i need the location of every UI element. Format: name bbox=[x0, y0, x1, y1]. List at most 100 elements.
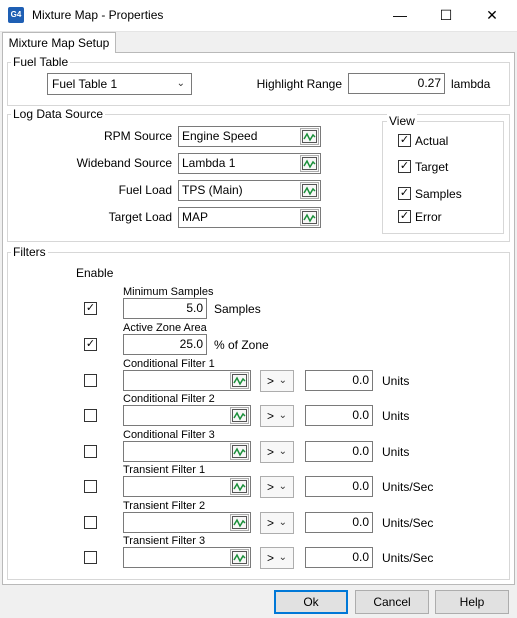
close-button[interactable]: ✕ bbox=[469, 0, 515, 31]
chevron-down-icon: ⌄ bbox=[278, 481, 287, 493]
maximize-icon: ☐ bbox=[439, 7, 453, 23]
transient-filter-3-operator-value: > bbox=[267, 551, 275, 565]
cancel-button[interactable]: Cancel bbox=[355, 590, 429, 614]
chevron-down-icon: ⌄ bbox=[278, 375, 287, 386]
transient-filter-2-unit: Units/Sec bbox=[382, 515, 434, 530]
fuel-table-selected: Fuel Table 1 bbox=[52, 77, 118, 91]
fuel-table-group-label: Fuel Table bbox=[11, 55, 71, 69]
highlight-range-unit: lambda bbox=[451, 77, 491, 91]
conditional-filter-1-operator-select[interactable]: > ⌄ bbox=[260, 370, 294, 392]
conditional-filter-1-value-input[interactable]: 0.0 bbox=[305, 370, 373, 391]
view-actual-label: Actual bbox=[415, 134, 449, 148]
transient-filter-3-checkbox[interactable] bbox=[84, 551, 97, 564]
fuel-load-label: Fuel Load bbox=[118, 183, 172, 197]
transient-filter-1-checkbox[interactable] bbox=[84, 480, 97, 494]
maximize-button[interactable]: ☐ bbox=[423, 0, 469, 31]
app-logo-icon: G4 bbox=[8, 7, 24, 23]
minimum-samples-input[interactable]: 5.0 bbox=[123, 298, 207, 319]
view-samples-label: Samples bbox=[415, 187, 462, 201]
chevron-down-icon: ⌄ bbox=[176, 78, 185, 89]
view-error-label: Error bbox=[415, 210, 442, 224]
chevron-down-icon: ⌄ bbox=[278, 410, 287, 422]
conditional-filter-1-source-field[interactable] bbox=[123, 370, 251, 391]
target-load-field[interactable]: MAP bbox=[178, 207, 321, 228]
conditional-filter-2-operator-select[interactable]: > ⌄ bbox=[260, 405, 294, 428]
transient-filter-1-source-field[interactable] bbox=[123, 476, 251, 498]
ok-button[interactable]: Ok bbox=[274, 590, 348, 614]
conditional-filter-1-operator-value: > bbox=[267, 374, 275, 388]
source-picker-icon[interactable] bbox=[230, 442, 249, 460]
source-picker-icon[interactable] bbox=[230, 407, 249, 425]
close-icon: ✕ bbox=[486, 7, 498, 23]
conditional-filter-3-value-input[interactable]: 0.0 bbox=[305, 440, 373, 462]
conditional-filter-2-source-field[interactable] bbox=[123, 405, 251, 427]
transient-filter-3-unit: Units/Sec bbox=[382, 551, 434, 565]
minimum-samples-checkbox[interactable]: ✓ bbox=[84, 302, 97, 315]
chevron-down-icon: ⌄ bbox=[278, 552, 287, 563]
rpm-source-label: RPM Source bbox=[103, 129, 172, 143]
highlight-range-label: Highlight Range bbox=[256, 77, 342, 91]
tab-mixture-map-setup[interactable]: Mixture Map Setup bbox=[2, 32, 116, 53]
conditional-filter-2-value-input[interactable]: 0.0 bbox=[305, 405, 373, 427]
view-error-checkbox[interactable]: ✓ bbox=[398, 210, 411, 223]
conditional-filter-3-unit: Units bbox=[382, 444, 410, 459]
source-picker-icon[interactable] bbox=[230, 478, 249, 496]
transient-filter-3-operator-select[interactable]: > ⌄ bbox=[260, 547, 294, 569]
transient-filter-3-source-field[interactable] bbox=[123, 547, 251, 568]
view-group-label: View bbox=[387, 114, 417, 128]
wideband-source-value: Lambda 1 bbox=[182, 156, 236, 170]
source-picker-icon[interactable] bbox=[300, 209, 319, 226]
conditional-filter-3-operator-value: > bbox=[267, 444, 275, 459]
window-title: Mixture Map - Properties bbox=[32, 8, 164, 22]
source-picker-icon[interactable] bbox=[230, 372, 249, 389]
minimize-icon: — bbox=[393, 7, 407, 23]
filters-enable-label: Enable bbox=[76, 266, 114, 280]
active-zone-area-checkbox[interactable]: ✓ bbox=[84, 338, 97, 351]
conditional-filter-3-source-field[interactable] bbox=[123, 440, 251, 462]
target-load-value: MAP bbox=[182, 210, 209, 224]
transient-filter-2-checkbox[interactable] bbox=[84, 515, 97, 529]
source-picker-icon[interactable] bbox=[300, 128, 319, 145]
conditional-filter-2-unit: Units bbox=[382, 409, 410, 424]
transient-filter-1-value-input[interactable]: 0.0 bbox=[305, 476, 373, 498]
conditional-filter-3-operator-select[interactable]: > ⌄ bbox=[260, 440, 294, 463]
conditional-filter-2-checkbox[interactable] bbox=[84, 409, 97, 423]
filters-group-label: Filters bbox=[11, 245, 48, 259]
source-picker-icon[interactable] bbox=[300, 155, 319, 172]
transient-filter-2-value-input[interactable]: 0.0 bbox=[305, 511, 373, 533]
chevron-down-icon: ⌄ bbox=[278, 445, 287, 457]
active-zone-area-input[interactable]: 25.0 bbox=[123, 334, 207, 355]
minimum-samples-unit: Samples bbox=[214, 302, 261, 316]
fuel-load-field[interactable]: TPS (Main) bbox=[178, 180, 321, 201]
log-data-source-group-label: Log Data Source bbox=[11, 107, 106, 121]
active-zone-area-unit: % of Zone bbox=[214, 338, 269, 352]
wideband-source-field[interactable]: Lambda 1 bbox=[178, 153, 321, 174]
transient-filter-1-operator-value: > bbox=[267, 480, 275, 495]
conditional-filter-1-checkbox[interactable] bbox=[84, 374, 97, 387]
minimize-button[interactable]: — bbox=[377, 0, 423, 31]
source-picker-icon[interactable] bbox=[230, 513, 249, 531]
rpm-source-field[interactable]: Engine Speed bbox=[178, 126, 321, 147]
source-picker-icon[interactable] bbox=[230, 549, 249, 566]
view-samples-checkbox[interactable]: ✓ bbox=[398, 187, 411, 200]
view-actual-checkbox[interactable]: ✓ bbox=[398, 134, 411, 147]
title-bar: G4 Mixture Map - Properties — ☐ ✕ bbox=[0, 0, 517, 32]
highlight-range-input[interactable]: 0.27 bbox=[348, 73, 445, 94]
help-button[interactable]: Help bbox=[435, 590, 509, 614]
fuel-table-select[interactable]: Fuel Table 1 ⌄ bbox=[47, 73, 192, 95]
transient-filter-1-unit: Units/Sec bbox=[382, 480, 434, 495]
chevron-down-icon: ⌄ bbox=[278, 516, 287, 528]
fuel-load-value: TPS (Main) bbox=[182, 183, 243, 197]
source-picker-icon[interactable] bbox=[300, 182, 319, 199]
conditional-filter-3-checkbox[interactable] bbox=[84, 444, 97, 458]
transient-filter-2-source-field[interactable] bbox=[123, 511, 251, 533]
rpm-source-value: Engine Speed bbox=[182, 129, 258, 143]
transient-filter-3-value-input[interactable]: 0.0 bbox=[305, 547, 373, 568]
view-target-checkbox[interactable]: ✓ bbox=[398, 160, 411, 173]
view-target-label: Target bbox=[415, 160, 449, 174]
wideband-source-label: Wideband Source bbox=[76, 156, 172, 170]
transient-filter-2-operator-select[interactable]: > ⌄ bbox=[260, 511, 294, 534]
conditional-filter-1-unit: Units bbox=[382, 374, 410, 388]
conditional-filter-2-operator-value: > bbox=[267, 409, 275, 424]
transient-filter-1-operator-select[interactable]: > ⌄ bbox=[260, 476, 294, 499]
